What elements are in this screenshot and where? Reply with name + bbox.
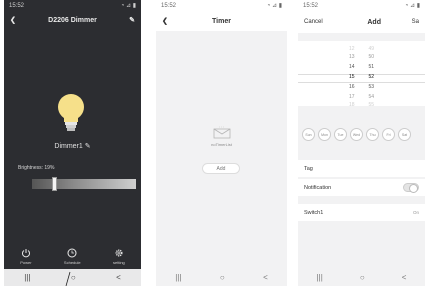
pen-scribble: [65, 271, 71, 286]
screenshot-canvas: 15:52 ◔ ⊿ ▮ ❮ D2206 Dimmer ✎ Dimmer1 ✎ B…: [0, 0, 425, 286]
